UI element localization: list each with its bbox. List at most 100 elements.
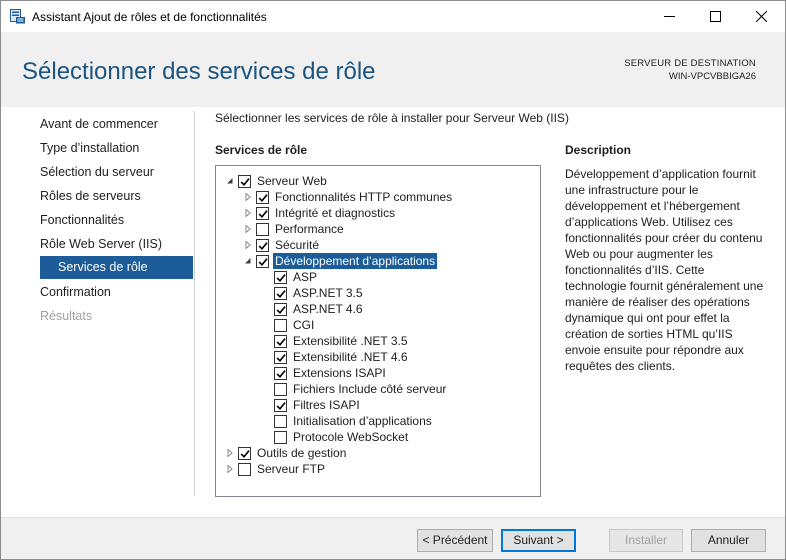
tree-item-label: Initialisation d’applications: [293, 414, 432, 428]
nav-item-roles-serveurs[interactable]: Rôles de serveurs: [40, 185, 141, 207]
tree-item-label: Extensibilité .NET 4.6: [293, 350, 408, 364]
wizard-footer: < Précédent Suivant > Installer Annuler: [1, 517, 785, 559]
tree-item-label: Fichiers Include côté serveur: [293, 382, 447, 396]
checkmark-icon: [276, 338, 286, 346]
nav-item-role-web-server[interactable]: Rôle Web Server (IIS): [40, 233, 162, 255]
tree-checkbox[interactable]: [274, 367, 287, 380]
nav-item-selection-serveur[interactable]: Sélection du serveur: [40, 161, 154, 183]
checkmark-icon: [240, 178, 250, 186]
nav-item-avant-de-commencer[interactable]: Avant de commencer: [40, 113, 158, 135]
destination-server-value: WIN-VPCVBBIGA26: [668, 71, 756, 82]
tree-row[interactable]: Protocole WebSocket: [216, 429, 538, 445]
tree-checkbox[interactable]: [274, 431, 287, 444]
nav-item-fonctionnalites[interactable]: Fonctionnalités: [40, 209, 124, 231]
tree-item-label: Serveur FTP: [257, 462, 326, 476]
window-title: Assistant Ajout de rôles et de fonctionn…: [32, 10, 267, 24]
previous-button[interactable]: < Précédent: [417, 529, 493, 552]
maximize-button[interactable]: [693, 1, 739, 32]
nav-item-services-de-role[interactable]: Services de rôle: [40, 256, 193, 279]
checkmark-icon: [276, 290, 286, 298]
tree-row[interactable]: Initialisation d’applications: [216, 413, 538, 429]
tree-row[interactable]: Fonctionnalités HTTP communes: [216, 189, 538, 205]
tree-row[interactable]: Outils de gestion: [216, 445, 538, 461]
tree-checkbox[interactable]: [238, 447, 251, 460]
tree-checkbox[interactable]: [256, 223, 269, 236]
tree-checkbox[interactable]: [256, 191, 269, 204]
expand-arrow-icon[interactable]: [242, 189, 254, 205]
tree-row[interactable]: Extensibilité .NET 4.6: [216, 349, 538, 365]
collapse-arrow-icon[interactable]: [224, 173, 236, 189]
tree-item-label: Extensions ISAPI: [293, 366, 386, 380]
expand-arrow-icon[interactable]: [242, 237, 254, 253]
checkmark-icon: [276, 370, 286, 378]
tree-item-label: Protocole WebSocket: [293, 430, 409, 444]
tree-row[interactable]: CGI: [216, 317, 538, 333]
tree-item-label: ASP.NET 4.6: [293, 302, 363, 316]
tree-checkbox[interactable]: [256, 255, 269, 268]
title-bar: Assistant Ajout de rôles et de fonctionn…: [1, 1, 785, 32]
tree-row[interactable]: Extensions ISAPI: [216, 365, 538, 381]
wizard-window: Assistant Ajout de rôles et de fonctionn…: [0, 0, 786, 560]
tree-checkbox[interactable]: [274, 415, 287, 428]
checkmark-icon: [276, 306, 286, 314]
minimize-button[interactable]: [647, 1, 693, 32]
tree-row[interactable]: ASP.NET 4.6: [216, 301, 538, 317]
collapse-arrow-icon[interactable]: [242, 253, 254, 269]
tree-item-label: Serveur Web: [257, 174, 327, 188]
tree-item-label: Extensibilité .NET 3.5: [293, 334, 408, 348]
nav-item-confirmation[interactable]: Confirmation: [40, 281, 111, 303]
tree-row[interactable]: ASP.NET 3.5: [216, 285, 538, 301]
cancel-button[interactable]: Annuler: [691, 529, 766, 552]
expand-arrow-icon[interactable]: [242, 221, 254, 237]
tree-item-label: ASP.NET 3.5: [293, 286, 363, 300]
tree-checkbox[interactable]: [274, 383, 287, 396]
tree-checkbox[interactable]: [274, 399, 287, 412]
nav-item-resultats: Résultats: [40, 309, 93, 323]
tree-item-label: Filtres ISAPI: [293, 398, 360, 412]
wizard-steps-nav: Avant de commencer Type d’installation S…: [1, 107, 201, 517]
server-manager-icon: [10, 9, 26, 24]
tree-row[interactable]: Filtres ISAPI: [216, 397, 538, 413]
expand-arrow-icon[interactable]: [242, 205, 254, 221]
tree-row[interactable]: ASP: [216, 269, 538, 285]
tree-item-label: ASP: [293, 270, 318, 284]
tree-checkbox[interactable]: [274, 319, 287, 332]
wizard-header: Sélectionner des services de rôle SERVEU…: [1, 32, 785, 107]
checkmark-icon: [276, 274, 286, 282]
tree-row[interactable]: Extensibilité .NET 3.5: [216, 333, 538, 349]
tree-checkbox[interactable]: [274, 335, 287, 348]
tree-checkbox[interactable]: [238, 463, 251, 476]
nav-item-type-installation[interactable]: Type d’installation: [40, 137, 139, 159]
next-button[interactable]: Suivant >: [501, 529, 576, 552]
checkmark-icon: [258, 242, 268, 250]
tree-item-label: Sécurité: [275, 238, 320, 252]
nav-divider: [194, 111, 195, 495]
install-button: Installer: [609, 529, 683, 552]
checkmark-icon: [258, 194, 268, 202]
tree-checkbox[interactable]: [238, 175, 251, 188]
tree-checkbox[interactable]: [274, 271, 287, 284]
close-button[interactable]: [739, 1, 785, 32]
description-heading: Description: [565, 143, 632, 157]
tree-item-label: Développement d’applications: [271, 252, 439, 270]
destination-server-label: SERVEUR DE DESTINATION: [624, 58, 756, 69]
role-services-tree[interactable]: Serveur Web Fonctionnalités HTTP communes…: [215, 165, 541, 497]
tree-checkbox[interactable]: [256, 207, 269, 220]
tree-row[interactable]: Sécurité: [216, 237, 538, 253]
tree-row[interactable]: Serveur Web: [216, 173, 538, 189]
tree-checkbox[interactable]: [274, 303, 287, 316]
tree-row[interactable]: Performance: [216, 221, 538, 237]
expand-arrow-icon[interactable]: [224, 445, 236, 461]
tree-checkbox[interactable]: [274, 351, 287, 364]
expand-arrow-icon[interactable]: [224, 461, 236, 477]
tree-checkbox[interactable]: [256, 239, 269, 252]
tree-item-label: CGI: [293, 318, 315, 332]
checkmark-icon: [258, 210, 268, 218]
tree-row[interactable]: Intégrité et diagnostics: [216, 205, 538, 221]
tree-row[interactable]: Serveur FTP: [216, 461, 538, 477]
tree-row[interactable]: Développement d’applications: [216, 252, 538, 270]
minimize-icon: [664, 16, 675, 17]
tree-checkbox[interactable]: [274, 287, 287, 300]
tree-row[interactable]: Fichiers Include côté serveur: [216, 381, 538, 397]
page-title: Sélectionner des services de rôle: [22, 58, 376, 85]
